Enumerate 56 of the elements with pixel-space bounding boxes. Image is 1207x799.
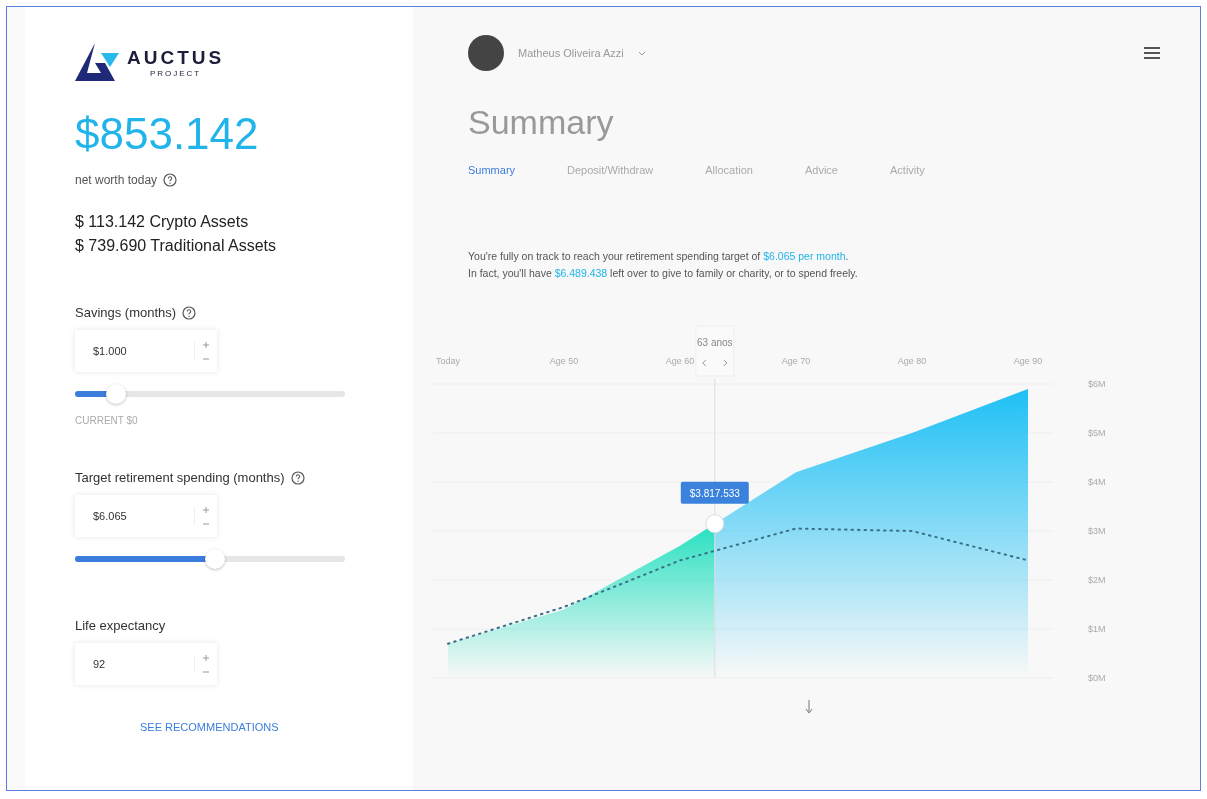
tab[interactable]: Deposit/Withdraw (567, 164, 654, 176)
net-worth-label: net worth today (75, 173, 158, 187)
tooltip-background (680, 481, 749, 504)
number-field[interactable]: $1.000 (75, 330, 217, 372)
plus-icon[interactable] (203, 507, 209, 513)
slider[interactable] (75, 548, 345, 570)
tab[interactable]: Advice (804, 164, 838, 176)
axis-label: $1M (1088, 624, 1106, 634)
down-arrow-icon[interactable] (805, 700, 813, 714)
axis-label: $3M (1088, 526, 1106, 536)
page-title: Summary (468, 103, 615, 142)
tab[interactable]: Allocation (705, 164, 753, 176)
slider[interactable] (75, 383, 345, 405)
marker-handle[interactable] (705, 514, 725, 534)
axis-label: Age 60 (665, 356, 695, 366)
net-worth-amount: $853.142 (75, 109, 260, 159)
number-field[interactable]: 92 (75, 643, 217, 685)
summary-text: You're fully on track to reach your retirement spending target of $6.065 per month. (468, 249, 850, 264)
recommendations-link[interactable]: SEE RECOMMENDATIONS (140, 721, 279, 733)
summary-text: In fact, you'll have $6.489.438 left over to give to family or charity, or to spend freely. (468, 266, 859, 281)
axis-label: Age 50 (549, 356, 579, 366)
slider-thumb[interactable] (205, 549, 226, 569)
axis-label: Age 90 (1013, 356, 1043, 366)
tooltip-value: $3.817.533 (689, 487, 740, 499)
axis-label: $0M (1088, 673, 1106, 683)
field-label: Life expectancy (75, 618, 166, 633)
axis-label: Age 80 (897, 356, 927, 366)
slider-thumb[interactable] (105, 384, 126, 404)
user-name[interactable]: Matheus Oliveira Azzi (518, 47, 624, 59)
axis-label: $2M (1088, 575, 1106, 585)
tab[interactable]: Activity (890, 164, 925, 176)
field-label: Savings (months) (75, 305, 177, 320)
axis-label: Today (436, 356, 460, 366)
help-icon[interactable] (290, 470, 305, 485)
marker-box (695, 325, 735, 377)
axis-label: $4M (1088, 477, 1106, 487)
menu-icon[interactable] (1144, 47, 1160, 59)
axis-label: $5M (1088, 428, 1106, 438)
asset-line: $ 113.142 Crypto Assets (75, 213, 250, 231)
logo-tagline: PROJECT (149, 68, 202, 78)
plus-icon[interactable] (203, 655, 209, 661)
avatar[interactable] (468, 35, 504, 71)
axis-label: Age 70 (781, 356, 811, 366)
help-icon[interactable] (182, 305, 197, 320)
help-icon[interactable] (163, 173, 178, 187)
retirement-age-label[interactable]: 63 anos (697, 337, 733, 348)
current-value-note: CURRENT $0 (75, 415, 139, 426)
caret-icon[interactable] (637, 50, 646, 56)
plus-icon[interactable] (203, 342, 209, 348)
tab[interactable]: Summary (468, 164, 516, 176)
logo-icon (75, 43, 119, 81)
asset-line: $ 739.690 Traditional Assets (75, 237, 278, 255)
logo-name: AUCTUS (127, 46, 225, 69)
axis-label: $6M (1088, 379, 1106, 389)
field-label: Target retirement spending (months) (75, 470, 285, 485)
number-field[interactable]: $6.065 (75, 495, 217, 537)
